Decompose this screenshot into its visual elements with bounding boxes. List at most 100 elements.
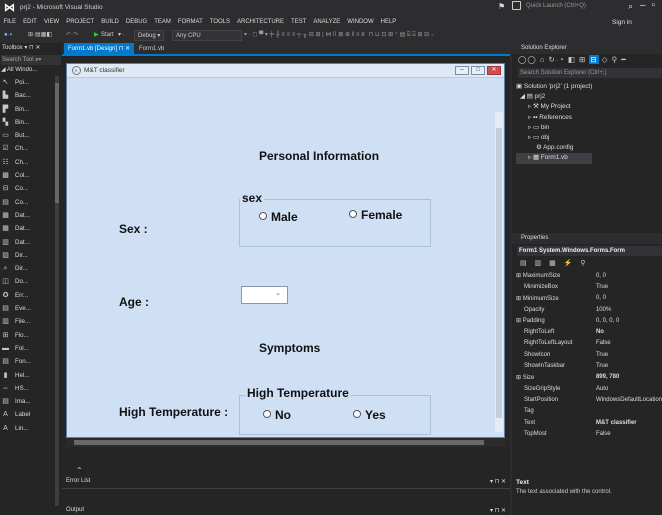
property-row[interactable]: ⊞ Padding 0, 0, 0, 0: [516, 315, 662, 326]
menu-help[interactable]: HELP: [377, 16, 400, 29]
property-value[interactable]: True: [596, 281, 662, 292]
scroll-thumb[interactable]: [496, 128, 502, 418]
property-row[interactable]: RightToLeft No: [516, 326, 662, 337]
property-row[interactable]: ⊞ MaximumSize 0, 0: [516, 270, 662, 281]
error-list-tab[interactable]: Error List: [66, 478, 90, 484]
toolbox-item[interactable]: ▩ Col...: [1, 169, 53, 182]
male-radio[interactable]: Male: [259, 210, 298, 224]
menu-team[interactable]: TEAM: [151, 16, 175, 29]
property-row[interactable]: StartPosition WindowsDefaultLocation: [516, 394, 662, 405]
layout-tools-icons[interactable]: ▾ · ◻ ▀ ▾ ╪ ╫ ≡ ≡ ≡ ╤ ╥ ⊟ ⊞ | ⋈ ⌷ ⊠ ⊕ ‖ …: [244, 30, 434, 41]
toolbox-item[interactable]: ✪ Err...: [1, 289, 53, 302]
property-row[interactable]: SizeGripStyle Auto: [516, 383, 662, 394]
pin-icon[interactable]: ▾ ⊓ ✕: [24, 45, 40, 51]
toolbox-group-all-windows[interactable]: ◢ All Windo...: [1, 66, 37, 75]
property-value[interactable]: 0, 0, 0, 0: [596, 315, 662, 326]
toolbox-item[interactable]: ▛ Bin...: [1, 103, 53, 116]
menu-format[interactable]: FORMAT: [174, 16, 206, 29]
property-row[interactable]: MinimizeBox True: [516, 281, 662, 292]
form-designer-window[interactable]: ◐ M&T classifier – □ ✕ Personal Informat…: [66, 63, 505, 438]
property-row[interactable]: ShowInTaskbar True: [516, 360, 662, 371]
property-value[interactable]: 100%: [596, 304, 662, 315]
close-icon[interactable]: ✕: [125, 46, 130, 52]
new-project-icon[interactable]: ⊞·▤▦◧: [28, 30, 52, 41]
tree-node-obj[interactable]: ▹ ▭ obj: [516, 133, 592, 143]
toolbox-item[interactable]: ⊞ Flo...: [1, 329, 53, 342]
sign-in-link[interactable]: Sign in: [612, 16, 632, 29]
menu-architecture[interactable]: ARCHITECTURE: [234, 16, 288, 29]
toolbox-item[interactable]: ▤ Eve...: [1, 302, 53, 315]
platform-dropdown[interactable]: Any CPU: [172, 30, 242, 41]
output-controls[interactable]: ▾ ⊓ ✕: [490, 507, 506, 514]
property-row[interactable]: ⊞ MinimumSize 0, 0: [516, 293, 662, 304]
tree-node-project[interactable]: ◢ ▤ prj2: [516, 92, 592, 102]
no-radio[interactable]: No: [263, 408, 291, 422]
properties-object-selector[interactable]: Form1 System.Windows.Forms.Form: [517, 246, 662, 256]
menu-project[interactable]: PROJECT: [63, 16, 98, 29]
designer-horizontal-scrollbar[interactable]: [66, 438, 505, 447]
toolbox-item[interactable]: ▧ Dir...: [1, 249, 53, 262]
menu-analyze[interactable]: ANALYZE: [310, 16, 344, 29]
toolbox-item[interactable]: A Lin...: [1, 422, 53, 435]
property-value[interactable]: 0, 0: [596, 270, 662, 281]
start-button[interactable]: Start: [101, 30, 114, 41]
config-dropdown[interactable]: Debug ▾: [134, 30, 165, 41]
menu-test[interactable]: TEST: [288, 16, 310, 29]
property-value[interactable]: M&T classifier: [596, 417, 662, 428]
tree-node-bin[interactable]: ▹ ▭ bin: [516, 123, 592, 133]
menu-tools[interactable]: TOOLS: [206, 16, 233, 29]
toolbox-item[interactable]: ▮ Hel...: [1, 369, 53, 382]
property-row[interactable]: Text M&T classifier: [516, 417, 662, 428]
tree-node-solution[interactable]: ▣ Solution 'prj2' (1 project): [516, 82, 592, 92]
solution-explorer-search-input[interactable]: Search Solution Explorer (Ctrl+;): [518, 68, 662, 78]
property-row[interactable]: Tag: [516, 406, 662, 417]
toolbox-item[interactable]: ◫ Do...: [1, 275, 53, 288]
property-value[interactable]: [596, 406, 662, 417]
toolbox-item[interactable]: ☑ Ch...: [1, 142, 53, 155]
property-value[interactable]: True: [596, 360, 662, 371]
toolbox-item[interactable]: ▦ Dat...: [1, 222, 53, 235]
tree-node-my-project[interactable]: ▹ ⚒ My Project: [516, 102, 592, 112]
tree-node-form1[interactable]: ▹ ▦ Form1.vb: [516, 153, 593, 164]
toolbox-search-input[interactable]: Search Tool ⌕▾: [1, 55, 61, 65]
toolbox-item[interactable]: ⇔ HS...: [1, 382, 53, 395]
menu-file[interactable]: FILE: [0, 16, 20, 29]
quick-launch-input[interactable]: Quick Launch (Ctrl+Q) ⌕: [526, 1, 633, 13]
property-row[interactable]: TopMost False: [516, 428, 662, 439]
property-value[interactable]: No: [596, 326, 662, 337]
menu-view[interactable]: VIEW: [40, 16, 62, 29]
pin-icon[interactable]: ⊓: [119, 46, 124, 52]
property-row[interactable]: ShowIcon True: [516, 349, 662, 360]
window-controls[interactable]: –▫: [640, 0, 661, 11]
menu-edit[interactable]: EDIT: [20, 16, 41, 29]
toolbox-item[interactable]: ▦ Dat...: [1, 209, 53, 222]
notifications-icon[interactable]: [512, 1, 521, 10]
menu-debug[interactable]: DEBUG: [122, 16, 150, 29]
toolbox-item[interactable]: ▬ Fol...: [1, 342, 53, 355]
property-value[interactable]: Auto: [596, 383, 662, 394]
property-row[interactable]: ⊞ Size 899, 780: [516, 372, 662, 383]
output-tab[interactable]: Output: [66, 507, 84, 513]
back-icon[interactable]: ●·◐: [4, 30, 13, 41]
scroll-thumb[interactable]: [74, 440, 484, 445]
menu-build[interactable]: BUILD: [98, 16, 123, 29]
female-radio[interactable]: Female: [349, 208, 402, 222]
toolbox-item[interactable]: ↖ Poi...: [1, 76, 53, 89]
age-combobox[interactable]: ⌄: [241, 286, 288, 304]
toolbox-scroll-thumb[interactable]: [55, 83, 59, 203]
show-all-files-icon[interactable]: ⊟: [589, 55, 599, 64]
toolbox-item[interactable]: A Label: [1, 408, 53, 421]
toolbox-item[interactable]: ▭ But...: [1, 129, 53, 142]
property-row[interactable]: Opacity 100%: [516, 304, 662, 315]
toolbox-item[interactable]: ▤ Ima...: [1, 395, 53, 408]
tree-node-references[interactable]: ▹ ▪▪ References: [516, 113, 592, 123]
menu-window[interactable]: WINDOW: [344, 16, 377, 29]
property-value[interactable]: 0, 0: [596, 293, 662, 304]
form-vertical-scrollbar[interactable]: [495, 112, 503, 432]
yes-radio[interactable]: Yes: [353, 408, 386, 422]
toolbox-item[interactable]: ▤ Co...: [1, 196, 53, 209]
property-value[interactable]: False: [596, 428, 662, 439]
property-value[interactable]: False: [596, 338, 662, 349]
toolbox-item[interactable]: ▚ Bin...: [1, 116, 53, 129]
toolbox-item[interactable]: ☷ Ch...: [1, 156, 53, 169]
